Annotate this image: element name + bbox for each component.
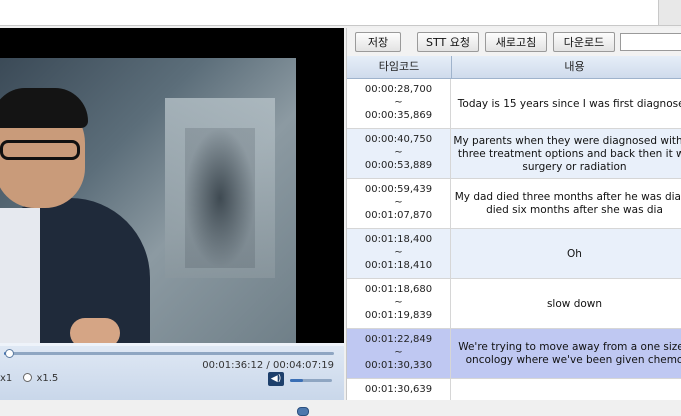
speaker-glasses	[0, 140, 80, 160]
table-header: 타임코드 내용	[347, 56, 681, 79]
start-time: 00:00:28,700	[364, 84, 433, 95]
table-row[interactable]: 00:01:18,400 ~00:01:18,410 Oh	[347, 229, 681, 279]
table-row-selected[interactable]: 00:01:22,849 ~00:01:30,330 We're trying t…	[347, 329, 681, 379]
speed-option-x1-5[interactable]: x1.5	[23, 373, 58, 384]
time-separator: ~	[347, 396, 450, 400]
seek-thumb[interactable]	[4, 349, 14, 358]
table-row[interactable]: 00:01:30,639~	[347, 379, 681, 400]
start-time: 00:01:18,680	[364, 284, 433, 295]
timecode-cell: 00:01:18,680 ~00:01:19,839	[347, 279, 451, 329]
timecode-cell: 00:00:40,750 ~00:00:53,889	[347, 129, 451, 179]
end-time: 00:01:19,839	[364, 310, 433, 321]
start-time: 00:00:59,439	[364, 184, 433, 195]
radio-icon	[23, 373, 33, 382]
speaker-hand	[70, 318, 120, 343]
start-time: 00:01:30,639	[364, 384, 433, 395]
table-row[interactable]: 00:00:28,700 ~00:00:35,869 Today is 15 ye…	[347, 79, 681, 129]
video-display[interactable]	[0, 28, 344, 343]
column-header-timecode[interactable]: 타임코드	[347, 56, 451, 78]
refresh-button[interactable]: 새로고침	[485, 32, 547, 52]
table-row[interactable]: 00:00:59,439 ~00:01:07,870 My dad died th…	[347, 179, 681, 229]
search-input[interactable]	[620, 33, 681, 51]
end-time: 00:01:18,410	[364, 260, 433, 271]
timecode-cell: 00:00:59,439 ~00:01:07,870	[347, 179, 451, 229]
start-time: 00:00:40,750	[364, 134, 433, 145]
speed-label-x1: x1	[0, 373, 13, 384]
speed-option-x1[interactable]: x1	[0, 373, 12, 384]
time-display: 00:01:36:12 / 00:04:07:19	[202, 360, 334, 371]
player-controls: 00:01:36:12 / 00:04:07:19 x1 x1.5 ◀)	[0, 346, 344, 416]
download-button[interactable]: 다운로드	[553, 32, 615, 52]
timecode-cell: 00:01:22,849 ~00:01:30,330	[347, 329, 451, 379]
seek-bar[interactable]	[4, 352, 334, 355]
timecode-cell: 00:01:18,400 ~00:01:18,410	[347, 229, 451, 279]
speed-options: x1 x1.5	[0, 373, 66, 384]
table-row[interactable]: 00:01:18,680 ~00:01:19,839 slow down	[347, 279, 681, 329]
time-separator: ~	[394, 297, 403, 308]
video-player-pane: 00:01:36:12 / 00:04:07:19 x1 x1.5 ◀)	[0, 28, 344, 416]
timecode-cell: 00:01:30,639~	[347, 379, 451, 400]
content-cell[interactable]: Oh	[452, 229, 681, 279]
timecode-cell: 00:00:28,700 ~00:00:35,869	[347, 79, 451, 129]
time-separator: ~	[394, 347, 403, 358]
content-cell[interactable]	[452, 379, 681, 400]
end-time: 00:01:07,870	[364, 210, 433, 221]
column-header-content[interactable]: 내용	[452, 56, 681, 78]
background-reflection	[185, 128, 255, 268]
content-cell[interactable]: We're trying to move away from a one siz…	[452, 329, 681, 379]
table-row[interactable]: 00:00:40,750 ~00:00:53,889 My parents whe…	[347, 129, 681, 179]
time-separator: ~	[394, 97, 403, 108]
end-time: 00:01:30,330	[364, 360, 433, 371]
subtitle-list: 00:00:28,700 ~00:00:35,869 Today is 15 ye…	[347, 79, 681, 400]
volume-level	[290, 379, 303, 382]
top-bar	[0, 0, 681, 26]
window-control-stub[interactable]	[658, 0, 681, 25]
speaker-hair	[0, 88, 88, 128]
end-time: 00:00:53,889	[364, 160, 433, 171]
time-separator: ~	[394, 147, 403, 158]
subtitle-panel: 저장 STT 요청 새로고침 다운로드 타임코드 내용 00:00:28,700…	[346, 28, 681, 400]
time-separator: ~	[394, 197, 403, 208]
start-time: 00:01:22,849	[364, 334, 433, 345]
content-cell[interactable]: slow down	[452, 279, 681, 329]
speaker-icon[interactable]: ◀)	[268, 372, 284, 386]
end-time: 00:00:35,869	[364, 110, 433, 121]
toolbar: 저장 STT 요청 새로고침 다운로드	[347, 28, 681, 57]
content-cell[interactable]: My parents when they were diagnosed with…	[452, 129, 681, 179]
volume-slider[interactable]	[290, 379, 332, 416]
speed-label-x1-5: x1.5	[36, 373, 59, 384]
volume-thumb[interactable]	[296, 407, 309, 416]
start-time: 00:01:18,400	[364, 234, 433, 245]
content-cell[interactable]: My dad died three months after he was di…	[452, 179, 681, 229]
content-cell[interactable]: Today is 15 years since I was first diag…	[452, 79, 681, 129]
video-frame	[0, 58, 296, 343]
save-button[interactable]: 저장	[355, 32, 401, 52]
stt-request-button[interactable]: STT 요청	[417, 32, 479, 52]
time-separator: ~	[394, 247, 403, 258]
speaker-shirt	[0, 208, 40, 343]
